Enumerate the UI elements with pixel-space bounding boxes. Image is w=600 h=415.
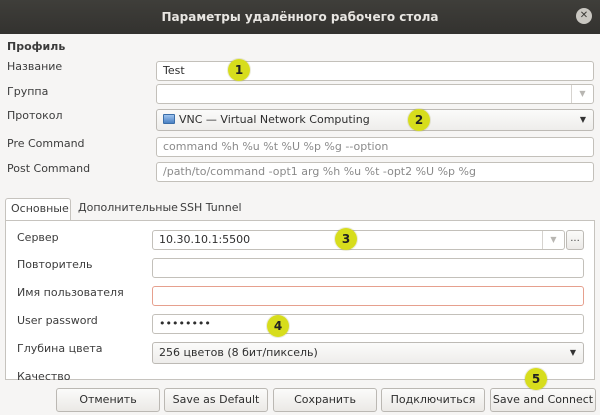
chevron-down-icon: ▼ [579,115,586,124]
repeater-input[interactable] [152,258,584,278]
annotation-badge-2: 2 [408,109,430,131]
annotation-badge-3: 3 [335,228,357,250]
chevron-down-icon[interactable]: ▼ [542,231,564,249]
close-icon[interactable]: ✕ [576,8,592,24]
protocol-select[interactable]: VNC — Virtual Network Computing ▼ [156,109,594,131]
vnc-monitor-icon [163,114,175,124]
name-label: Название [7,60,63,73]
tab-ssh-tunnel[interactable]: SSH Tunnel [175,198,245,220]
browse-servers-button[interactable]: ... [566,230,584,250]
chevron-down-icon: ▼ [569,348,576,357]
save-button[interactable]: Сохранить [273,388,377,412]
password-input[interactable]: •••••••• [152,314,584,334]
group-combo[interactable]: ▼ [156,84,594,104]
protocol-select-value: VNC — Virtual Network Computing [179,113,370,126]
title-bar: Параметры удалённого рабочего стола ✕ [0,0,600,34]
color-depth-select[interactable]: 256 цветов (8 бит/пиксель) ▼ [152,342,584,364]
precommand-label: Pre Command [7,137,85,150]
protocol-label: Протокол [7,109,63,122]
group-label: Группа [7,85,49,98]
profile-section-label: Профиль [7,40,66,53]
window-title: Параметры удалённого рабочего стола [161,10,439,24]
dialog-footer: Отменить Save as Default Сохранить Подкл… [0,380,600,415]
postcommand-label: Post Command [7,162,91,175]
cancel-button[interactable]: Отменить [56,388,160,412]
server-combo-value: 10.30.10.1:5500 [159,233,251,246]
save-as-default-button[interactable]: Save as Default [164,388,268,412]
annotation-badge-4: 4 [267,315,289,337]
server-label: Сервер [17,231,59,244]
username-input[interactable] [152,286,584,306]
color-depth-value: 256 цветов (8 бит/пиксель) [159,346,318,359]
password-label: User password [17,314,98,327]
annotation-badge-1: 1 [228,59,250,81]
server-combo[interactable]: 10.30.10.1:5500 ▼ [152,230,565,250]
connect-button[interactable]: Подключиться [381,388,485,412]
color-depth-label: Глубина цвета [17,342,103,355]
save-and-connect-button[interactable]: Save and Connect [490,388,596,412]
precommand-input[interactable]: command %h %u %t %U %p %g --option [156,137,594,157]
tab-basic[interactable]: Основные [5,198,71,221]
annotation-badge-5: 5 [525,368,547,390]
postcommand-input[interactable]: /path/to/command -opt1 arg %h %u %t -opt… [156,162,594,182]
chevron-down-icon[interactable]: ▼ [571,85,593,103]
repeater-label: Повторитель [17,258,93,271]
username-label: Имя пользователя [17,286,124,299]
name-field[interactable]: Test [156,61,594,81]
tab-advanced[interactable]: Дополнительные [73,198,178,220]
